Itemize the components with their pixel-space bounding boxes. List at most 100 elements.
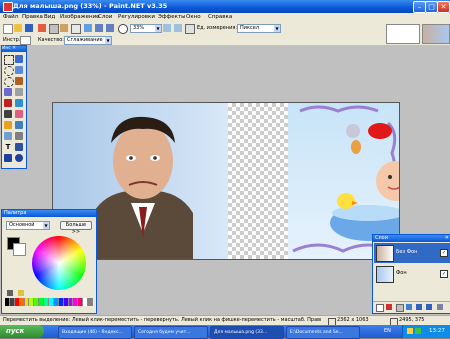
menu-help[interactable]: Справка — [208, 14, 232, 20]
start-button[interactable]: пуск — [0, 325, 44, 338]
redo-icon[interactable] — [106, 24, 114, 32]
tool-options-bar: Инстр.: Качество: Сглаживание ▼ — [0, 35, 380, 45]
quality-select[interactable]: Сглаживание ▼ — [64, 36, 112, 45]
add-layer-icon[interactable] — [376, 304, 384, 312]
menu-file[interactable]: Файл — [3, 14, 18, 20]
palette-menu-icon[interactable] — [7, 290, 13, 296]
palette-more-button[interactable]: Больше >> — [60, 221, 92, 235]
tray-icon[interactable] — [415, 328, 421, 334]
chevron-down-icon: ▼ — [105, 37, 111, 44]
open-folder-icon[interactable] — [14, 24, 22, 32]
image-canvas[interactable] — [52, 102, 400, 260]
taskbar-item-yandex[interactable]: Входящие (46) - Яндекс... — [58, 326, 132, 339]
lasso-icon[interactable] — [4, 66, 14, 76]
zoom-value: 33% — [133, 25, 145, 31]
image-thumbnail-blank[interactable] — [386, 24, 420, 44]
rectangle-select-icon[interactable] — [4, 55, 14, 65]
move-selection-icon[interactable] — [20, 36, 31, 45]
close-icon[interactable]: ✕ — [437, 1, 450, 13]
window-title: Для малыша.png (33%) - Paint.NET v3.35 — [13, 2, 168, 10]
layer-properties-icon[interactable] — [437, 304, 443, 310]
ellipse-select-icon[interactable] — [4, 77, 14, 87]
rectangle-shape-icon[interactable] — [4, 154, 12, 162]
taskbar-item-explorer[interactable]: E:\Documents and Se... — [286, 326, 360, 339]
secondary-color-swatch[interactable] — [13, 243, 26, 256]
layers-toolbar — [373, 301, 450, 313]
ellipse-shape-icon[interactable] — [15, 154, 23, 162]
clone-stamp-icon[interactable] — [15, 121, 23, 129]
move-tool-icon[interactable] — [15, 55, 23, 63]
close-icon[interactable]: ✕ — [445, 235, 449, 242]
tools-window-title[interactable]: Инс ✕ — [2, 46, 26, 52]
tools-window: Инс ✕ T — [1, 45, 27, 169]
palette-swap-icon[interactable] — [18, 290, 24, 296]
menu-layers[interactable]: Слои — [98, 14, 112, 20]
paste-icon[interactable] — [60, 24, 68, 32]
layer-visibility-checkbox[interactable]: ✓ — [440, 270, 448, 278]
recolor-icon[interactable] — [4, 132, 12, 140]
move-selection-icon[interactable] — [15, 66, 23, 74]
palette-window-title[interactable]: Палитра — [2, 210, 96, 217]
layers-window: Слои ✕ Без Фон ✓ Фон ✓ — [372, 234, 450, 314]
text-tool-icon[interactable]: T — [4, 143, 12, 151]
palette-mode-value: Основной — [9, 222, 35, 228]
layer-name: Фон — [396, 270, 407, 276]
move-layer-down-icon[interactable] — [426, 304, 432, 310]
tray-icon[interactable] — [407, 328, 413, 334]
layer-row[interactable]: Без Фон ✓ — [374, 243, 450, 263]
units-select[interactable]: Пиксел ▼ — [237, 24, 281, 33]
zoom-out-icon[interactable] — [174, 24, 182, 32]
duplicate-layer-icon[interactable] — [396, 304, 404, 312]
layer-row[interactable]: Фон ✓ — [374, 264, 450, 284]
image-thumbnail-active[interactable] — [422, 24, 450, 44]
copy-icon[interactable] — [49, 24, 59, 34]
menu-edit[interactable]: Правка — [22, 14, 43, 20]
pencil-icon[interactable] — [4, 121, 12, 129]
palette-window: Палитра Основной ▼ Больше >> — [1, 209, 97, 314]
taskbar-item-paintnet[interactable]: Для малыша.png (33... — [210, 326, 284, 339]
palette-colors[interactable] — [5, 298, 94, 306]
menu-effects[interactable]: Эффекты — [158, 14, 186, 20]
menu-window[interactable]: Окно — [186, 14, 201, 20]
new-file-icon[interactable] — [3, 24, 13, 34]
cut-icon[interactable] — [38, 24, 46, 32]
eraser-icon[interactable] — [15, 110, 23, 118]
magic-wand-icon[interactable] — [4, 88, 12, 96]
color-picker-icon[interactable] — [15, 132, 23, 140]
chevron-down-icon: ▼ — [274, 25, 280, 32]
undo-icon[interactable] — [95, 24, 103, 32]
units-label: Ед. измерения: — [197, 25, 238, 31]
title-bar: Для малыша.png (33%) - Paint.NET v3.35 –… — [0, 0, 450, 13]
menu-image[interactable]: Изображение — [60, 14, 100, 20]
menu-adjustments[interactable]: Регулировки — [118, 14, 155, 20]
palette-mode-select[interactable]: Основной ▼ — [6, 221, 50, 230]
gradient-icon[interactable] — [15, 99, 23, 107]
paintbrush-icon[interactable] — [4, 110, 12, 118]
grid-icon[interactable] — [185, 24, 195, 34]
menu-view[interactable]: Вид — [44, 14, 55, 20]
move-layer-up-icon[interactable] — [416, 304, 422, 310]
deselect-icon[interactable] — [84, 24, 92, 32]
zoom-in-icon[interactable] — [163, 24, 171, 32]
units-value: Пиксел — [240, 25, 260, 31]
zoom-tool-icon[interactable] — [15, 77, 23, 85]
crop-icon[interactable] — [71, 24, 81, 34]
merge-layer-icon[interactable] — [406, 304, 412, 310]
line-tool-icon[interactable] — [15, 143, 23, 151]
taskbar: пуск Входящие (46) - Яндекс... Сегодня б… — [0, 325, 450, 339]
save-icon[interactable] — [25, 24, 33, 32]
taskbar-item-browser[interactable]: Сегодня будем учит... — [134, 326, 208, 339]
layers-window-title[interactable]: Слои ✕ — [373, 235, 450, 242]
paint-bucket-icon[interactable] — [4, 99, 12, 107]
layer-visibility-checkbox[interactable]: ✓ — [440, 249, 448, 257]
color-wheel[interactable] — [32, 236, 86, 290]
pan-icon[interactable] — [15, 88, 23, 96]
delete-layer-icon[interactable] — [386, 304, 392, 310]
image-thumbnails — [380, 22, 450, 45]
zoom-icon[interactable] — [118, 24, 128, 34]
app-icon — [3, 2, 13, 12]
zoom-select[interactable]: 33% ▼ — [130, 24, 162, 33]
language-indicator[interactable]: EN — [384, 328, 391, 334]
palette-color-swatch[interactable] — [88, 298, 94, 306]
status-hint: Переместить выделение: Левый клик-переме… — [3, 317, 321, 323]
